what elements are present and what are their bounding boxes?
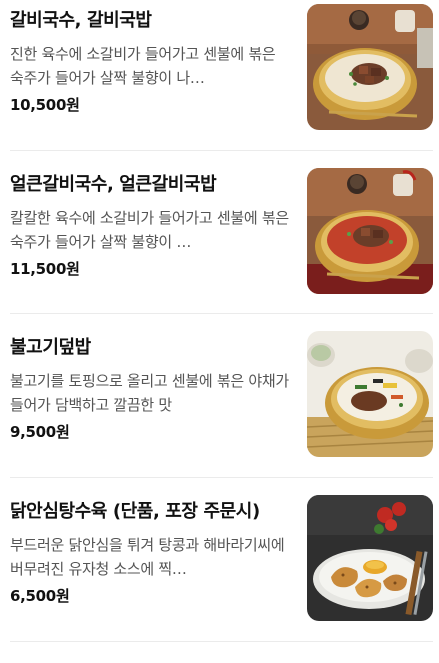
- menu-item-description: 진한 육수에 소갈비가 들어가고 센불에 볶은 숙주가 들어가 살짝 불향이 나…: [10, 45, 276, 87]
- menu-item-price: 9,500원: [10, 423, 70, 441]
- menu-item-name: 갈비국수, 갈비국밥: [10, 10, 152, 31]
- menu-item-price: 6,500원: [10, 587, 70, 605]
- menu-item-chicken-tenders[interactable]: 닭안심탕수육 (단품, 포장 주문시) 부드러운 닭안심을 튀겨 탕콩과 해바라…: [0, 495, 439, 663]
- divider: [10, 313, 433, 314]
- menu-item-name: 얼큰갈비국수, 얼큰갈비국밥: [10, 174, 217, 195]
- menu-item-spicy-galbi-noodle[interactable]: 얼큰갈비국수, 얼큰갈비국밥 칼칼한 육수에 소갈비가 들어가고 센불에 볶은 …: [0, 168, 439, 336]
- divider: [10, 150, 433, 151]
- menu-item-description: 불고기를 토핑으로 올리고 센불에 볶은 야채가 들어가 담백하고 깔끔한 맛: [10, 372, 289, 414]
- menu-item-description: 칼칼한 육수에 소갈비가 들어가고 센불에 볶은 숙주가 들어가 살짝 불향이 …: [10, 209, 289, 251]
- menu-item-bulgogi-rice[interactable]: 불고기덮밥 불고기를 토핑으로 올리고 센불에 볶은 야채가 들어가 담백하고 …: [0, 331, 439, 499]
- bulgogi-rice-bowl-photo-icon: [307, 331, 433, 457]
- menu-item-galbi-noodle[interactable]: 갈비국수, 갈비국밥 진한 육수에 소갈비가 들어가고 센불에 볶은 숙주가 들…: [0, 4, 439, 172]
- menu-list: 갈비국수, 갈비국밥 진한 육수에 소갈비가 들어가고 센불에 볶은 숙주가 들…: [0, 0, 439, 643]
- divider: [10, 477, 433, 478]
- menu-item-name: 불고기덮밥: [10, 337, 91, 358]
- divider: [10, 641, 433, 642]
- fried-chicken-tenders-photo-icon: [307, 495, 433, 621]
- spicy-noodle-soup-bowl-photo-icon: [307, 168, 433, 294]
- menu-item-description: 부드러운 닭안심을 튀겨 탕콩과 해바라기씨에 버무려진 유자청 소스에 찍…: [10, 536, 285, 578]
- menu-item-price: 11,500원: [10, 260, 80, 278]
- noodle-soup-bowl-photo-icon: [307, 4, 433, 130]
- menu-item-price: 10,500원: [10, 96, 80, 114]
- menu-item-name: 닭안심탕수육 (단품, 포장 주문시): [10, 501, 260, 522]
